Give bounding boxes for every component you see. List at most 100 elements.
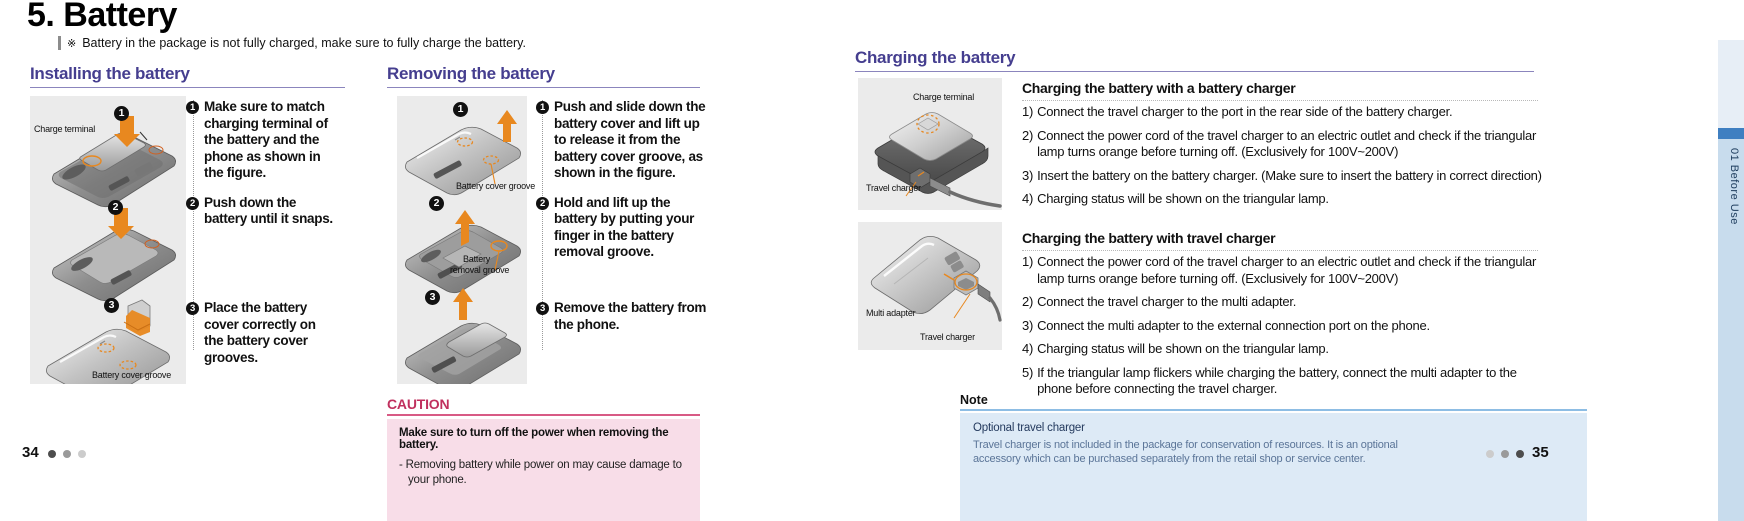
figure-step-marker-3: 3 [425,290,440,305]
caution-body-line1: - Removing battery while power on may ca… [399,459,682,471]
label-travel-charger-1: Travel charger [866,183,921,193]
step-number: 1 [536,101,549,114]
tab-top-band [1718,40,1744,128]
step-number: 3 [186,302,199,315]
list-item: 4) Charging status will be shown on the … [1022,341,1546,358]
chapter-tab: 01 Before Use [1708,0,1744,521]
figure-step-marker-1: 1 [453,102,468,117]
caution-rule [387,414,700,416]
intro-note-text: Battery in the package is not fully char… [82,36,526,50]
list-item: 3) Insert the battery on the battery cha… [1022,168,1546,185]
steps-installing: 1 Make sure to match charging terminal o… [186,99,336,241]
section-rule-installing [30,87,345,88]
dot [1501,450,1509,458]
list-item-text: Charging status will be shown on the tri… [1037,191,1329,206]
list-item-number: 1) [1022,104,1034,119]
figure-step-marker-3: 3 [104,298,119,313]
list-item: 1) Connect the power cord of the travel … [1022,254,1546,287]
list-item-text: Charging status will be shown on the tri… [1037,341,1329,356]
page-dots-right [1486,450,1524,458]
caution-body-line2: your phone. [408,473,467,486]
section-heading-removing: Removing the battery [387,64,555,83]
note-body-line1: Travel charger is not included in the pa… [973,439,1398,451]
illustration-installing-battery: Charge terminal Battery cover groove 1 2… [30,96,186,384]
label-battery: Battery [463,254,491,264]
list-item: 2) Connect the power cord of the travel … [1022,128,1546,161]
caution-title: CAUTION [387,396,450,412]
page-title: 5. Battery [27,0,177,34]
note-title: Note [960,393,988,407]
reference-mark-icon: ※ [67,37,77,50]
step-text: Place the battery cover correctly on the… [204,300,316,365]
dot [1486,450,1494,458]
section-rule-charging [855,71,1534,72]
step-text: Push down the battery until it snaps. [204,194,333,227]
label-battery-cover-groove-mid: Battery cover groove [456,181,536,191]
dot [78,450,86,458]
list-item-text: Connect the multi adapter to the externa… [1037,317,1430,333]
list-item-number: 5) [1022,364,1034,380]
chapter-tab-label: 01 Before Use [1728,148,1740,225]
label-removal-groove: removal groove [450,265,510,275]
subheading-dots-2 [1022,250,1538,251]
caution-body: - Removing battery while power on may ca… [399,458,688,487]
list-item: 4) Charging status will be shown on the … [1022,191,1546,208]
figure-step-marker-2: 2 [429,196,444,211]
list-item-number: 3) [1022,317,1034,333]
page-number-right: 35 [1532,444,1549,461]
step-number: 2 [536,196,549,210]
steps-installing-3: 3 Place the battery cover correctly on t… [186,300,338,366]
list-item: 3) Connect the multi adapter to the exte… [1022,318,1546,335]
figure-step-marker-2: 2 [108,200,123,215]
list-item-number: 4) [1022,191,1034,206]
steps-removing-3: 3 Remove the battery from the phone. [536,300,712,333]
page-dots-left [48,450,86,458]
figure-step-marker-1: 1 [114,106,129,121]
travel-charger-figure [870,236,1002,322]
step-number: 2 [186,196,199,210]
tab-accent-band [1718,128,1744,139]
subheading-travel-charger: Charging the battery with travel charger [1022,230,1276,246]
installing-battery-figure [46,116,176,384]
page-number-left: 34 [22,444,39,461]
left-page: 5. Battery ※ Battery in the package is n… [0,0,720,521]
list-item-text: Connect the power cord of the travel cha… [1037,127,1537,160]
step-text: Push and slide down the battery cover an… [554,99,706,180]
note-bar-icon [58,36,61,50]
list-charging-with-battery-charger: 1) Connect the travel charger to the por… [1022,104,1546,215]
list-item-text: If the triangular lamp flickers while ch… [1037,364,1517,397]
step-text: Hold and lift up the battery by putting … [554,194,695,260]
removing-battery-figure [405,110,521,384]
list-item-text: Insert the battery on the battery charge… [1037,167,1542,183]
step-text: Remove the battery from the phone. [554,300,707,332]
dot [48,450,56,458]
list-charging-with-travel-charger: 1) Connect the power cord of the travel … [1022,254,1546,405]
list-item: 1) Connect the travel charger to the por… [1022,104,1546,121]
manual-spread: 5. Battery ※ Battery in the package is n… [0,0,1744,521]
list-item-text: Connect the travel charger to the multi … [1037,294,1297,309]
label-charge-terminal: Charge terminal [34,124,96,134]
illustration-travel-charger: Multi adapter Travel charger [858,222,1002,350]
list-item-number: 2) [1022,127,1034,143]
step-item: 3 Remove the battery from the phone. [536,300,712,333]
step-number: 3 [536,302,549,315]
section-rule-removing [387,87,700,88]
label-multi-adapter: Multi adapter [866,308,916,318]
step-item: 1 Push and slide down the battery cover … [536,99,712,182]
label-charge-terminal-right: Charge terminal [913,92,975,102]
steps-removing: 1 Push and slide down the battery cover … [536,99,712,274]
step-number: 1 [186,101,199,114]
intro-note: ※ Battery in the package is not fully ch… [58,36,526,50]
label-travel-charger-2: Travel charger [920,332,975,342]
illustration-battery-charger: Charge terminal Travel charger [858,78,1002,210]
subheading-dots-1 [1022,100,1538,101]
note-body-line2: accessory which can be purchased separat… [973,453,1366,465]
list-item: 5) If the triangular lamp flickers while… [1022,365,1546,398]
dot [1516,450,1524,458]
step-item: 2 Hold and lift up the battery by puttin… [536,195,712,261]
note-rule [960,409,1587,411]
list-item-number: 3) [1022,167,1034,183]
dot [63,450,71,458]
note-box: Optional travel charger Travel charger i… [960,413,1587,521]
note-headline: Optional travel charger [973,422,1085,434]
